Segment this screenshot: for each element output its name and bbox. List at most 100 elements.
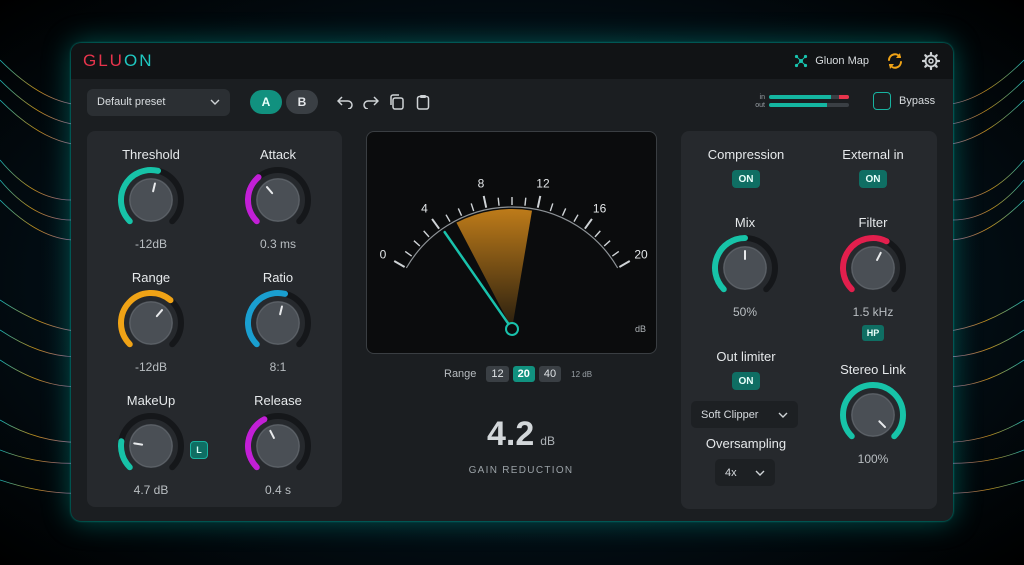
makeup-knob[interactable] [116, 411, 186, 481]
compression-label: Compression [707, 147, 785, 162]
vu-tick [584, 218, 593, 230]
oversampling-label: Oversampling [705, 436, 787, 451]
attack-value: 0.3 ms [259, 237, 296, 251]
threshold-label: Threshold [122, 147, 180, 162]
gain-reduction-label: GAIN REDUCTION [468, 465, 574, 476]
gluon-map-button[interactable]: Gluon Map [794, 54, 869, 68]
gain-reduction-value: 4.2 [487, 415, 535, 453]
meter-out-label: out [755, 101, 765, 109]
filter-knob[interactable] [838, 233, 908, 303]
stereo-link-control: Stereo Link 100% [823, 362, 923, 466]
highpass-toggle[interactable]: HP [862, 325, 884, 341]
release-knob[interactable] [243, 411, 313, 481]
preset-a-button[interactable]: A [250, 90, 282, 114]
preset-b-button[interactable]: B [286, 90, 318, 114]
external-in-section: External in ON [818, 147, 928, 188]
bypass-checkbox[interactable] [873, 92, 891, 110]
chevron-down-icon [778, 412, 788, 418]
preset-value: Default preset [97, 96, 166, 108]
vu-tick [445, 214, 451, 222]
compression-toggle[interactable]: ON [732, 170, 760, 188]
ratio-knob[interactable] [243, 288, 313, 358]
vu-scale-label: 8 [478, 176, 485, 190]
redo-icon[interactable] [362, 93, 380, 111]
external-in-toggle[interactable]: ON [859, 170, 887, 188]
filter-control: Filter 1.5 kHz HP [823, 215, 923, 341]
chevron-down-icon [210, 99, 220, 105]
ratio-label: Ratio [262, 270, 294, 285]
clipper-dropdown[interactable]: Soft Clipper [691, 401, 798, 428]
gluon-map-icon [795, 54, 808, 68]
gain-reduction-meter: 0 4 8 12 16 20 dB [366, 131, 657, 354]
vu-scale-label: 4 [421, 201, 428, 215]
compression-section: Compression ON [691, 147, 801, 188]
meter-in-bar [769, 95, 849, 99]
vu-pivot [505, 322, 519, 336]
attack-knob[interactable] [243, 165, 313, 235]
vu-tick [573, 214, 579, 222]
vu-tick [561, 208, 567, 217]
vu-tick [470, 203, 475, 212]
threshold-knob[interactable] [116, 165, 186, 235]
meter-out-bar [769, 103, 849, 107]
vu-scale-label: 16 [593, 201, 607, 215]
output-controls-panel: Compression ON External in ON Mix 50% Fi… [681, 131, 937, 509]
vu-tick [549, 203, 554, 212]
makeup-link-badge[interactable]: L [190, 441, 208, 459]
filter-label: Filter [858, 215, 888, 230]
mix-control: Mix 50% [695, 215, 795, 319]
stereo-link-knob[interactable] [838, 380, 908, 450]
vu-tick [524, 197, 527, 206]
range-option-20[interactable]: 20 [512, 366, 535, 382]
gain-reduction-readout: 4.2 dB [446, 415, 596, 454]
vu-tick [457, 208, 463, 217]
chevron-down-icon [755, 470, 765, 476]
range-knob[interactable] [116, 288, 186, 358]
out-limiter-label: Out limiter [716, 349, 776, 364]
undo-icon[interactable] [336, 93, 354, 111]
makeup-label: MakeUp [126, 393, 176, 408]
out-limiter-toggle[interactable]: ON [732, 372, 760, 390]
attack-label: Attack [259, 147, 297, 162]
gear-icon[interactable] [921, 51, 941, 71]
sync-icon[interactable] [885, 51, 905, 71]
gluon-map-label: Gluon Map [815, 55, 869, 67]
vu-tick [618, 260, 631, 268]
copy-icon[interactable] [388, 93, 406, 111]
release-label: Release [254, 393, 302, 408]
vu-tick [603, 240, 611, 247]
plugin-window: GLUON Gluon Map Default preset A B in ou… [71, 43, 953, 521]
oversampling-dropdown[interactable]: 4x [715, 459, 775, 486]
vu-tick [536, 195, 542, 208]
threshold-value: -12dB [134, 237, 168, 251]
ratio-control: Ratio 8:1 [228, 270, 328, 374]
release-value: 0.4 s [264, 483, 291, 497]
vu-tick [594, 230, 601, 238]
range-option-12[interactable]: 12 [486, 366, 509, 382]
vu-scale-label: 20 [634, 248, 648, 262]
vu-tick [404, 250, 413, 257]
clipper-value: Soft Clipper [701, 408, 759, 421]
external-in-label: External in [842, 147, 904, 162]
range-small-label: 12 dB [571, 369, 593, 379]
range-control: Range -12dB [101, 270, 201, 374]
gain-reduction-unit: dB [540, 434, 555, 448]
vu-scale-label: 12 [536, 176, 550, 190]
ratio-value: 8:1 [269, 360, 287, 374]
meter-range-selector: Range 12 20 40 12 dB [444, 366, 592, 382]
range-option-40[interactable]: 40 [538, 366, 562, 382]
bypass-toggle[interactable]: Bypass [873, 92, 935, 110]
oversampling-value: 4x [725, 466, 737, 479]
mix-knob[interactable] [710, 233, 780, 303]
bypass-label: Bypass [899, 95, 936, 107]
mix-label: Mix [734, 215, 756, 230]
stereo-link-value: 100% [857, 452, 889, 466]
io-meters: in out [755, 93, 849, 109]
vu-tick [611, 250, 620, 257]
vu-tick [482, 195, 488, 208]
range-label: Range [131, 270, 171, 285]
makeup-control: MakeUp 4.7 dB [101, 393, 201, 497]
paste-icon[interactable] [414, 93, 432, 111]
preset-dropdown[interactable]: Default preset [87, 88, 230, 116]
titlebar: GLUON Gluon Map [71, 43, 953, 79]
